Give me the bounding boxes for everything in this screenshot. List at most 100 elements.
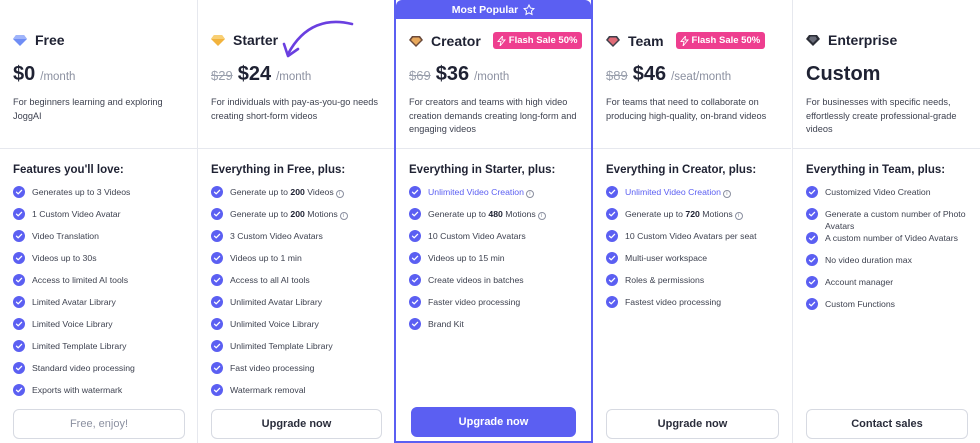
feature-text[interactable]: Unlimited Video Creation i — [428, 186, 534, 198]
feature-list: Generates up to 3 Videos 1 Custom Video A… — [13, 186, 189, 406]
feature-text: Faster video processing — [428, 296, 520, 308]
plan-header: Enterprise Custom For businesses with sp… — [793, 0, 980, 148]
check-circle-icon — [211, 296, 223, 308]
feature-text: Generate up to 200 Videos i — [230, 186, 344, 198]
feature-item: 10 Custom Video Avatars per seat — [606, 230, 783, 252]
lightning-icon — [679, 35, 689, 46]
upgrade-team-button[interactable]: Upgrade now — [606, 409, 779, 439]
feature-text: No video duration max — [825, 254, 912, 266]
feature-text: Account manager — [825, 276, 893, 288]
feature-text: Generate up to 480 Motions i — [428, 208, 546, 220]
feature-unit: Motions — [304, 209, 338, 219]
plan-header: Free $0 /month For beginners learning an… — [0, 0, 197, 148]
check-circle-icon — [13, 274, 25, 286]
price-period: /month — [474, 71, 510, 83]
plan-description: For businesses with specific needs, effo… — [806, 97, 957, 134]
info-icon[interactable]: i — [339, 212, 348, 220]
feature-text: Unlimited Voice Library — [230, 318, 319, 330]
check-circle-icon — [606, 252, 618, 264]
feature-label: Brand Kit — [428, 319, 464, 329]
check-circle-icon — [13, 296, 25, 308]
feature-text: Fastest video processing — [625, 296, 721, 308]
check-circle-icon — [211, 208, 223, 220]
check-circle-icon — [13, 252, 25, 264]
price: $29 $24 /month — [211, 63, 311, 86]
feature-label: Generate a custom number of Photo Avatar… — [825, 209, 966, 231]
price: $0 /month — [13, 63, 75, 86]
feature-text: Access to limited AI tools — [32, 274, 128, 286]
info-icon[interactable]: i — [525, 190, 534, 198]
feature-item: 10 Custom Video Avatars — [409, 230, 583, 252]
feature-label: Limited Voice Library — [32, 319, 113, 329]
check-circle-icon — [806, 232, 818, 244]
feature-text[interactable]: Unlimited Video Creation i — [625, 186, 731, 198]
feature-text: Create videos in batches — [428, 274, 524, 286]
feature-item: Unlimited Template Library — [211, 340, 386, 362]
info-icon[interactable]: i — [734, 212, 743, 220]
feature-item: Multi-user workspace — [606, 252, 783, 274]
feature-label: Multi-user workspace — [625, 253, 708, 263]
feature-label: Roles & permissions — [625, 275, 705, 285]
plan-team: Team Flash Sale 50% $89 $46 /seat/month … — [593, 0, 791, 443]
feature-label: 10 Custom Video Avatars per seat — [625, 231, 757, 241]
check-circle-icon — [606, 186, 618, 198]
plan-starter: Starter $29 $24 /month For individuals w… — [197, 0, 394, 443]
feature-item: Roles & permissions — [606, 274, 783, 296]
feature-label: 3 Custom Video Avatars — [230, 231, 323, 241]
original-price: $29 — [211, 68, 233, 83]
check-circle-icon — [13, 230, 25, 242]
contact-sales-button[interactable]: Contact sales — [806, 409, 968, 439]
diamond-dark-icon — [606, 35, 620, 47]
feature-label: Generate up to — [428, 209, 489, 219]
plan-free: Free $0 /month For beginners learning an… — [0, 0, 197, 443]
info-icon[interactable]: i — [335, 190, 344, 198]
divider — [0, 148, 197, 149]
feature-text: A custom number of Video Avatars — [825, 232, 958, 244]
feature-item: Unlimited Avatar Library — [211, 296, 386, 318]
check-circle-icon — [409, 208, 421, 220]
feature-item: Video Translation — [13, 230, 189, 252]
lightning-icon — [496, 35, 506, 46]
check-circle-icon — [806, 254, 818, 266]
upgrade-starter-button[interactable]: Upgrade now — [211, 409, 382, 439]
feature-item: Watermark removal — [211, 384, 386, 406]
free-enjoy-button[interactable]: Free, enjoy! — [13, 409, 185, 439]
flash-sale-label: Flash Sale 50% — [508, 35, 578, 46]
upgrade-creator-button[interactable]: Upgrade now — [411, 407, 576, 437]
feature-text: Generate up to 200 Motions i — [230, 208, 348, 220]
feature-label: Limited Template Library — [32, 341, 127, 351]
feature-label: 10 Custom Video Avatars — [428, 231, 526, 241]
pricing-plans: Free $0 /month For beginners learning an… — [0, 0, 980, 443]
diamond-gold-icon — [211, 35, 225, 46]
feature-text: Fast video processing — [230, 362, 315, 374]
price: $89 $46 /seat/month — [606, 63, 731, 86]
feature-text: Standard video processing — [32, 362, 135, 374]
feature-text: Access to all AI tools — [230, 274, 310, 286]
info-icon[interactable]: i — [537, 212, 546, 220]
feature-label: Access to all AI tools — [230, 275, 310, 285]
diamond-blue-icon — [13, 35, 27, 46]
feature-label: A custom number of Video Avatars — [825, 233, 958, 243]
feature-item: Custom Functions — [806, 298, 972, 320]
feature-text: Generates up to 3 Videos — [32, 186, 130, 198]
check-circle-icon — [211, 230, 223, 242]
check-circle-icon — [211, 340, 223, 352]
feature-label: Videos up to 1 min — [230, 253, 302, 263]
plan-name: Starter — [233, 32, 279, 48]
feature-unit: Videos — [304, 187, 334, 197]
feature-label: Generate up to — [230, 209, 291, 219]
feature-label: Faster video processing — [428, 297, 521, 307]
check-circle-icon — [409, 318, 421, 330]
feature-item: Generates up to 3 Videos — [13, 186, 189, 208]
feature-label: Custom Functions — [825, 299, 896, 309]
feature-text: Limited Avatar Library — [32, 296, 116, 308]
feature-label: Unlimited Video Creation — [625, 187, 721, 197]
feature-item: Unlimited Video Creation i — [409, 186, 583, 208]
info-icon[interactable]: i — [722, 190, 731, 198]
feature-label: Video Translation — [32, 231, 99, 241]
feature-item: Generate up to 720 Motions i — [606, 208, 783, 230]
feature-label: Exports with watermark — [32, 385, 123, 395]
feature-text: Video Translation — [32, 230, 99, 242]
plan-header: Creator Flash Sale 50% $69 $36 /month Fo… — [396, 0, 591, 148]
feature-text: Watermark removal — [230, 384, 305, 396]
